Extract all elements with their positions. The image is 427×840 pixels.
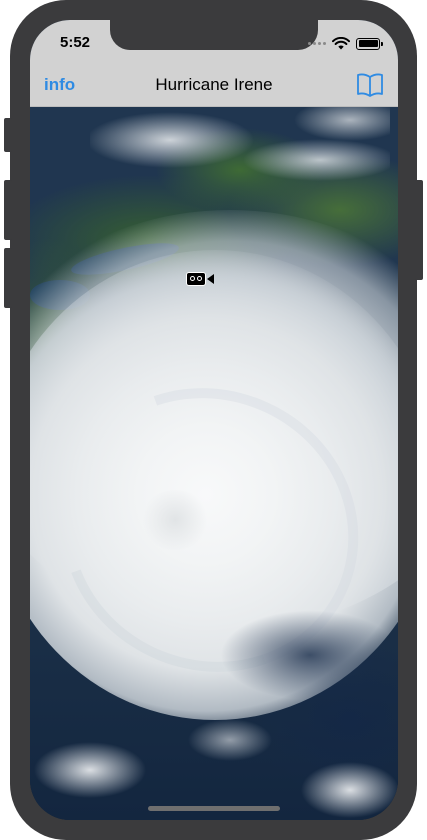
camera-reel bbox=[190, 276, 195, 281]
status-icons bbox=[308, 37, 383, 50]
camera-reel bbox=[197, 276, 202, 281]
ocean-gap bbox=[220, 610, 398, 700]
cloud-cover bbox=[90, 100, 390, 220]
satellite-image[interactable] bbox=[30, 20, 398, 820]
camera-lens bbox=[207, 274, 214, 284]
cellular-signal-icon bbox=[308, 42, 326, 45]
page-title: Hurricane Irene bbox=[155, 75, 273, 94]
power-button bbox=[415, 180, 423, 280]
silent-switch bbox=[4, 118, 12, 152]
notch bbox=[110, 20, 318, 50]
video-camera-icon[interactable] bbox=[186, 271, 216, 287]
wifi-icon bbox=[332, 37, 350, 50]
book-icon[interactable] bbox=[356, 72, 384, 98]
navigation-bar: info Hurricane Irene bbox=[30, 64, 398, 107]
cloud-cover bbox=[30, 710, 398, 820]
status-bar: 5:52 bbox=[30, 20, 398, 64]
home-indicator[interactable] bbox=[148, 806, 280, 811]
camera-body bbox=[186, 272, 206, 286]
volume-up-button bbox=[4, 180, 12, 240]
battery-icon bbox=[356, 37, 383, 50]
hurricane-eye bbox=[140, 490, 210, 550]
volume-down-button bbox=[4, 248, 12, 308]
screen bbox=[30, 20, 398, 820]
status-time: 5:52 bbox=[60, 34, 91, 51]
